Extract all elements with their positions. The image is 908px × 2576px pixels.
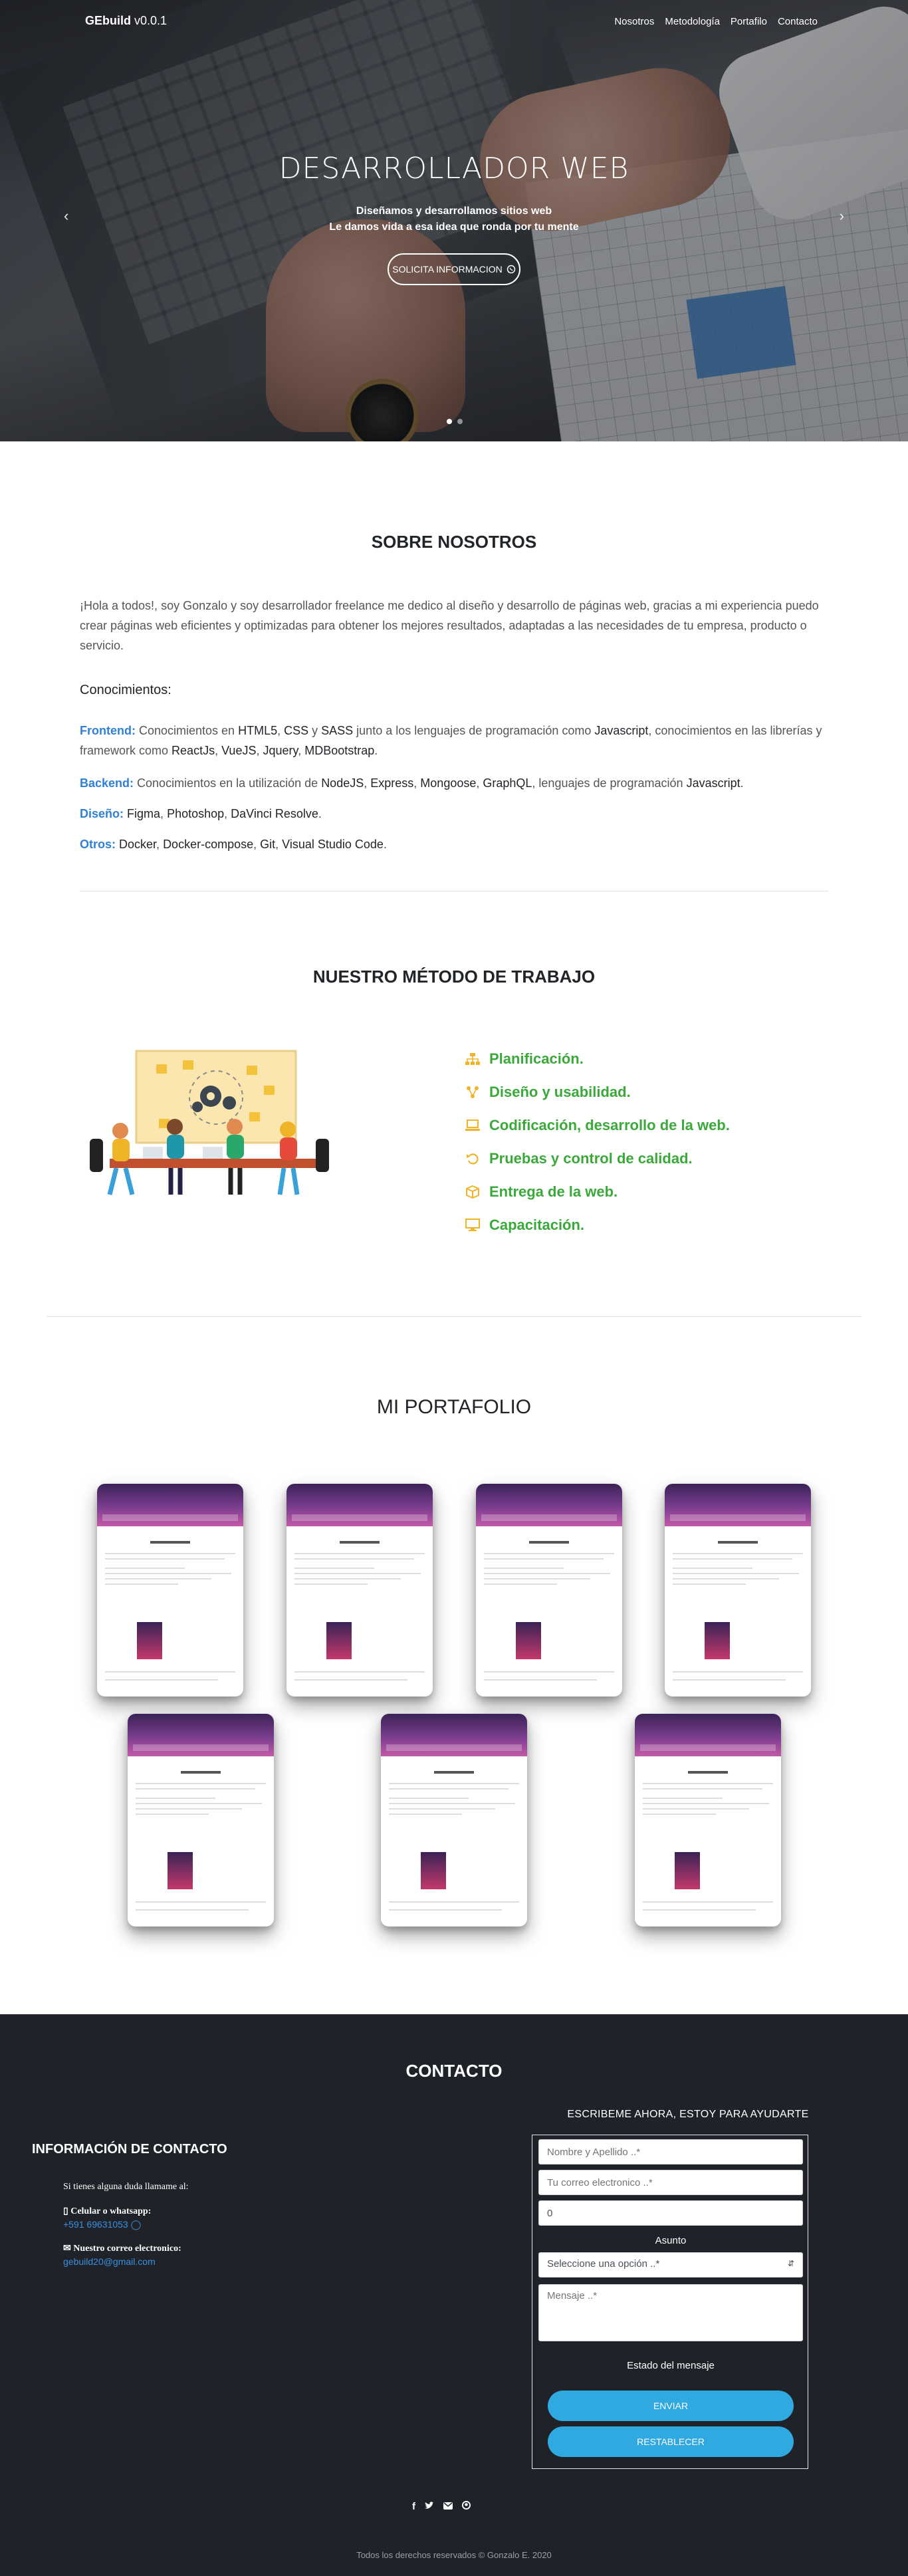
carousel-indicators [447, 419, 463, 424]
hero-subtitle-line2: Le damos vida a esa idea que ronda por t… [329, 221, 579, 233]
portfolio-card[interactable] [476, 1484, 622, 1697]
method-item-testing: Pruebas y control de calidad. [464, 1150, 693, 1167]
reset-button[interactable]: RESTABLECER [548, 2426, 794, 2457]
portfolio-card[interactable] [665, 1484, 811, 1697]
github-icon[interactable] [462, 2501, 471, 2512]
section-divider [47, 1316, 861, 1317]
method-item-design: Diseño y usabilidad. [464, 1084, 631, 1101]
subject-selected: Seleccione una opción ..* [547, 2258, 660, 2270]
mobile-phone-icon: ▯ [63, 2206, 68, 2216]
phone-link[interactable]: +591 69631053 ◯ [63, 2219, 141, 2230]
nav-link-nosotros[interactable]: Nosotros [614, 16, 654, 27]
carousel-indicator[interactable] [457, 419, 463, 424]
hero-subtitle: Diseñamos y desarrollamos sitios web Le … [0, 203, 908, 235]
method-item-delivery: Entrega de la web. [464, 1183, 618, 1201]
portfolio-card[interactable] [97, 1484, 243, 1697]
knowledge-backend: Backend: Conocimientos en la utilización… [80, 776, 744, 790]
chevron-right-icon[interactable]: › [840, 207, 844, 225]
subject-select[interactable]: Seleccione una opción ..* ⇵ [538, 2252, 803, 2278]
hero-carousel: GEbuild v0.0.1 Nosotros Metodología Port… [0, 0, 908, 441]
hero-title: DESARROLLADOR WEB [279, 152, 629, 185]
send-button[interactable]: ENVIAR [548, 2391, 794, 2421]
share-nodes-icon [464, 1085, 481, 1100]
contact-form: Asunto Seleccione una opción ..* ⇵ Estad… [532, 2135, 808, 2469]
whatsapp-icon: ◯ [130, 2219, 142, 2230]
hero-subtitle-line1: Diseñamos y desarrollamos sitios web [356, 205, 552, 217]
form-caption: ESCRIBEME AHORA, ESTOY PARA AYUDARTE [567, 2109, 809, 2120]
select-arrows-icon: ⇵ [787, 2259, 794, 2268]
about-intro: ¡Hola a todos!, soy Gonzalo y soy desarr… [80, 596, 828, 655]
email-label-row: ✉ Nuestro correo electronico: [63, 2243, 181, 2254]
number-input[interactable] [538, 2200, 803, 2226]
email-input[interactable] [538, 2170, 803, 2195]
undo-icon [464, 1151, 481, 1166]
brand-logo[interactable]: GEbuild v0.0.1 [85, 14, 167, 28]
twitter-icon[interactable] [425, 2501, 434, 2512]
name-input[interactable] [538, 2139, 803, 2165]
whatsapp-icon [507, 265, 515, 274]
portfolio-card[interactable] [286, 1484, 433, 1697]
email-link[interactable]: gebuild20@gmail.com [63, 2256, 156, 2267]
copyright: Todos los derechos reservados © Gonzalo … [356, 2550, 552, 2560]
laptop-icon [464, 1118, 481, 1133]
portfolio-title: MI PORTAFOLIO [376, 1396, 532, 1418]
portfolio-card[interactable] [635, 1714, 781, 1927]
subject-label: Asunto [655, 2235, 687, 2246]
message-status: Estado del mensaje [627, 2360, 715, 2371]
teamwork-illustration [90, 1050, 329, 1195]
phone-label: Celular o whatsapp: [70, 2206, 152, 2216]
envelope-icon: ✉ [63, 2244, 71, 2254]
nav-link-contacto[interactable]: Contacto [778, 16, 818, 27]
carousel-indicator[interactable] [447, 419, 452, 424]
method-item-planning: Planificación. [464, 1050, 584, 1068]
chevron-left-icon[interactable]: ‹ [64, 207, 68, 225]
method-title: NUESTRO MÉTODO DE TRABAJO [312, 967, 596, 987]
sitemap-icon [464, 1052, 481, 1066]
facebook-icon[interactable]: f [412, 2501, 415, 2512]
portfolio-card[interactable] [128, 1714, 274, 1927]
nav-links: Nosotros Metodología Portafilo Contacto [614, 16, 818, 27]
method-item-coding: Codificación, desarrollo de la web. [464, 1117, 730, 1134]
portfolio-card[interactable] [381, 1714, 527, 1927]
method-item-training: Capacitación. [464, 1217, 584, 1234]
navbar: GEbuild v0.0.1 Nosotros Metodología Port… [0, 0, 908, 43]
about-intro-text: ¡Hola a todos!, soy Gonzalo y soy desarr… [80, 599, 819, 652]
request-info-button[interactable]: SOLICITA INFORMACION [388, 253, 520, 285]
contact-section: CONTACTO INFORMACIÓN DE CONTACTO Si tien… [0, 2014, 908, 2576]
contact-title: CONTACTO [405, 2061, 503, 2081]
knowledge-others: Otros: Docker, Docker-compose, Git, Visu… [80, 838, 387, 851]
knowledge-frontend: Frontend: Conocimientos en HTML5, CSS y … [80, 724, 822, 757]
nav-link-metodologia[interactable]: Metodología [665, 16, 720, 27]
desktop-icon [464, 1218, 481, 1232]
mail-icon[interactable] [443, 2501, 453, 2512]
email-label: Nuestro correo electronico: [73, 2244, 181, 2254]
knowledge-title: Conocimientos: [80, 683, 171, 697]
knowledge-design: Diseño: Figma, Photoshop, DaVinci Resolv… [80, 807, 322, 820]
request-info-label: SOLICITA INFORMACION [392, 264, 503, 275]
about-title: SOBRE NOSOTROS [371, 532, 537, 552]
contact-call-text: Si tienes alguna duda llamame al: [63, 2182, 189, 2192]
box-icon [464, 1185, 481, 1199]
social-links: f [412, 2501, 471, 2512]
nav-link-portafolio[interactable]: Portafilo [731, 16, 767, 27]
message-textarea[interactable] [538, 2284, 803, 2341]
phone-label-row: ▯ Celular o whatsapp: [63, 2206, 151, 2217]
contact-info-title: INFORMACIÓN DE CONTACTO [32, 2142, 227, 2157]
